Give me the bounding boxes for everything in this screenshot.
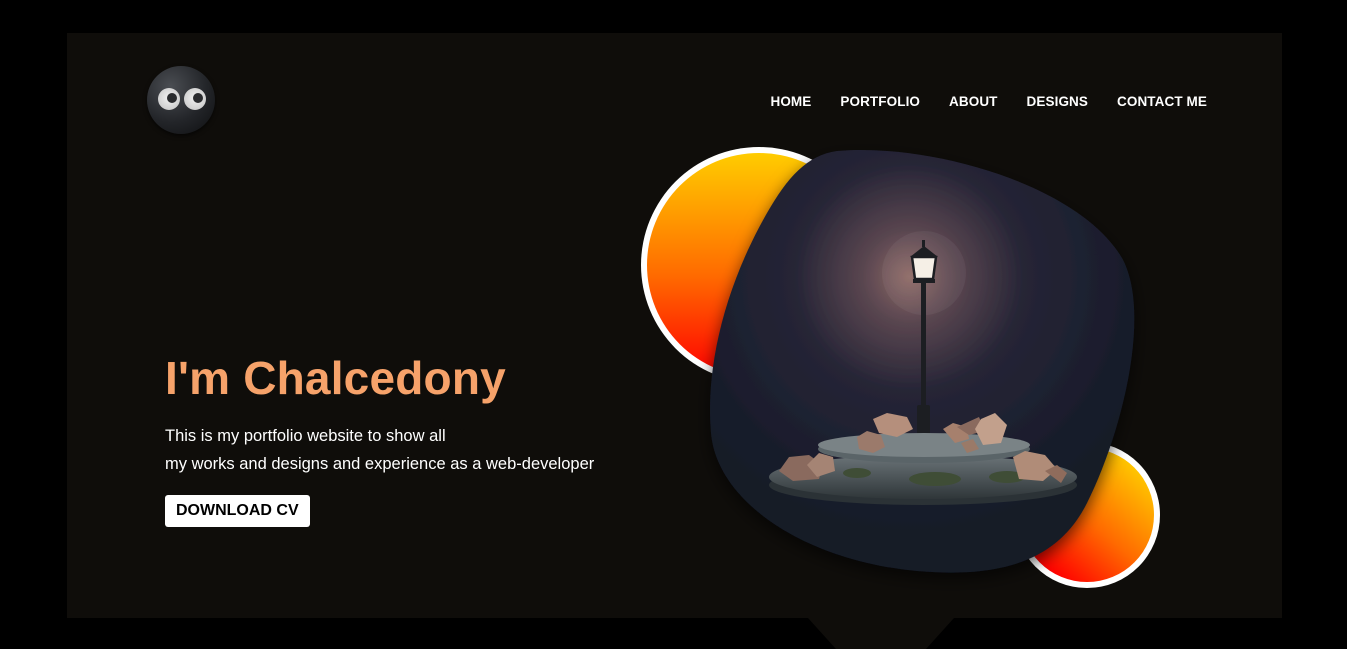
dark-blob-shape [710, 149, 1135, 573]
street-lamp-icon [882, 231, 966, 443]
orange-circle-bottom [1020, 448, 1154, 582]
logo-eyes-icon[interactable] [147, 66, 215, 134]
nav-item-portfolio[interactable]: PORTFOLIO [840, 94, 920, 109]
bottom-notch [808, 618, 954, 649]
hero-description-line-2: my works and designs and experience as a… [165, 455, 595, 473]
nav-item-about[interactable]: ABOUT [949, 94, 998, 109]
rock-island-icon [769, 413, 1077, 505]
hero-panel: HOME PORTFOLIO ABOUT DESIGNS CONTACT ME … [67, 33, 1282, 618]
right-eye-icon [184, 88, 206, 110]
download-cv-button[interactable]: DOWNLOAD CV [165, 495, 310, 527]
left-eye-icon [158, 88, 180, 110]
orange-circle-outline [641, 147, 877, 383]
hero-description-line-1: This is my portfolio website to show all [165, 427, 446, 445]
hero-title: I'm Chalcedony [165, 352, 506, 404]
hero-description: This is my portfolio website to show all… [165, 422, 594, 478]
hero-illustration-svg [641, 147, 1160, 588]
nav-item-contact-me[interactable]: CONTACT ME [1117, 94, 1207, 109]
main-nav: HOME PORTFOLIO ABOUT DESIGNS CONTACT ME [770, 94, 1207, 109]
nav-item-designs[interactable]: DESIGNS [1027, 94, 1088, 109]
orange-circle-top [647, 153, 871, 377]
hero-illustration [67, 33, 1282, 618]
orange-circle-outline-bottom [1014, 442, 1160, 588]
nav-item-home[interactable]: HOME [770, 94, 811, 109]
